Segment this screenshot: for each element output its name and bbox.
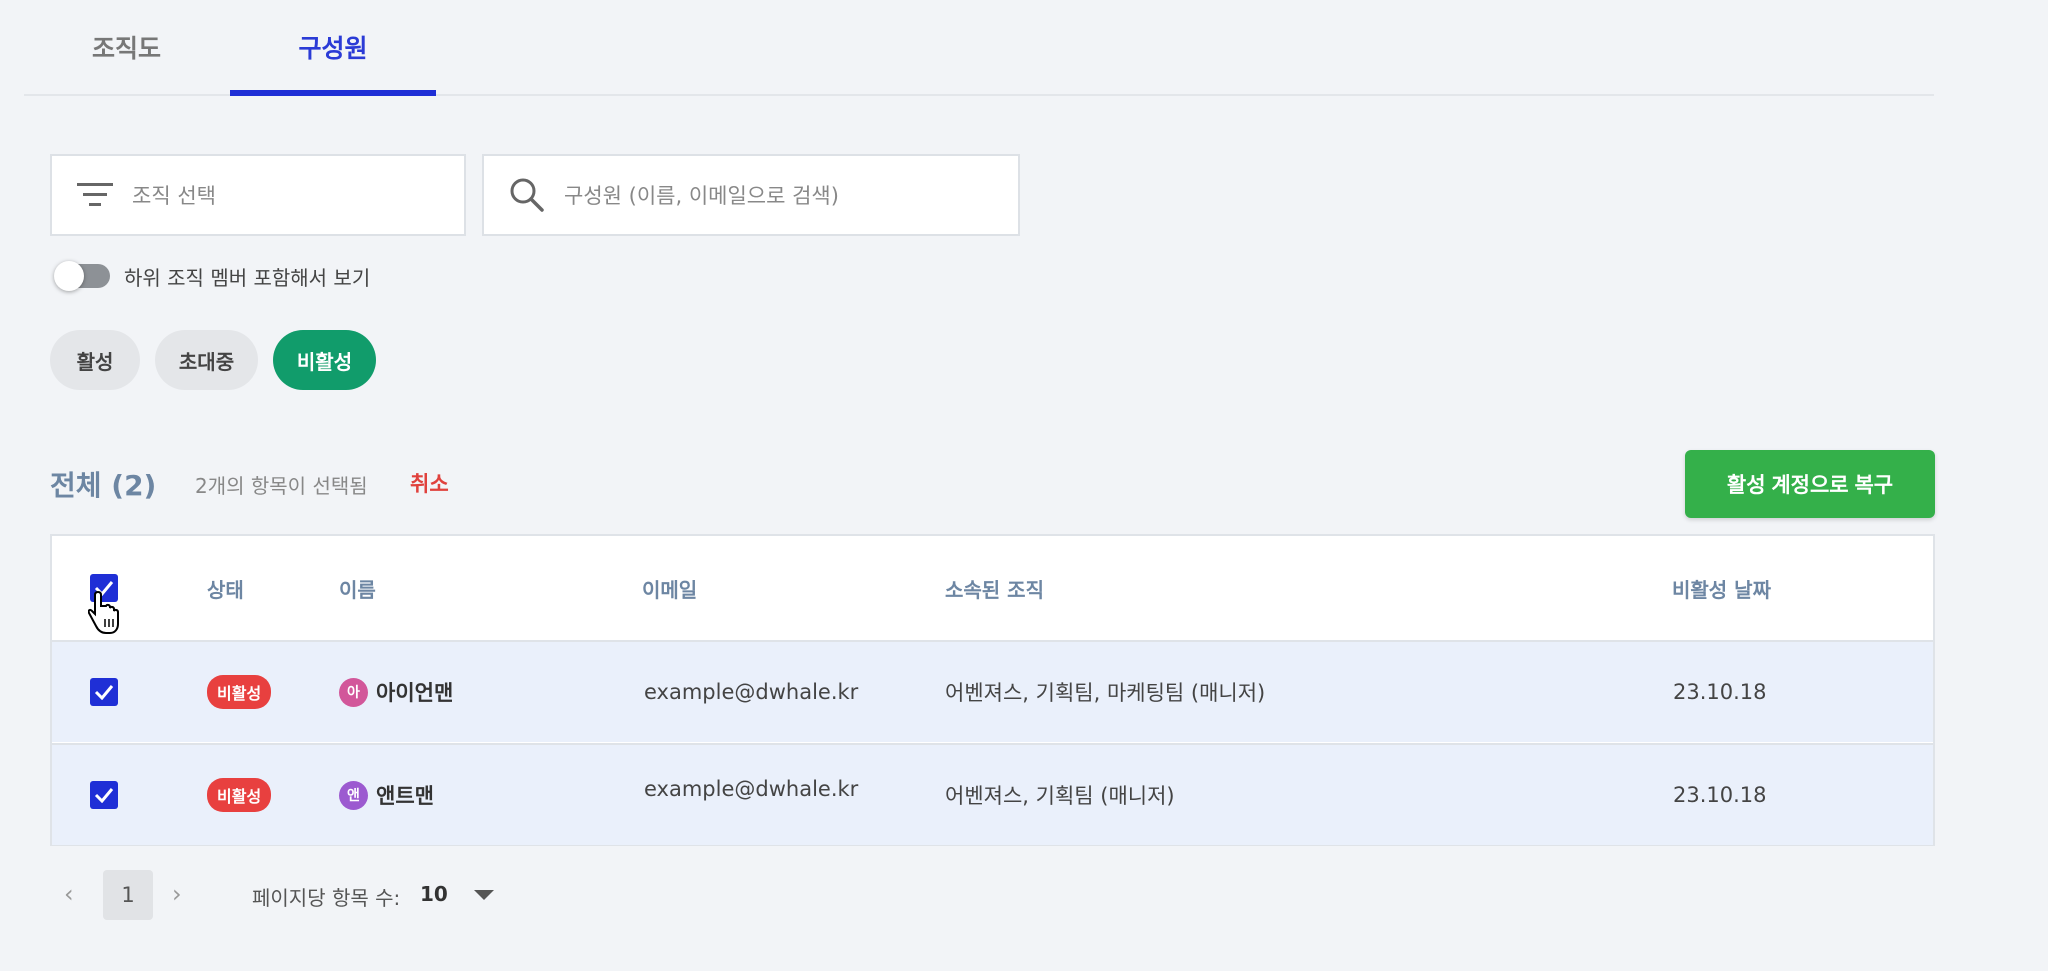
status-badge: 비활성 (207, 778, 272, 812)
table-row[interactable]: 비활성 앤 앤트맨 example@dwhale.kr 어벤져스, 기획팀 (매… (52, 743, 1933, 845)
check-icon (94, 685, 114, 700)
status-chip-invited[interactable]: 초대중 (155, 330, 258, 390)
cancel-selection-link[interactable]: 취소 (410, 468, 449, 498)
member-email: example@dwhale.kr (644, 777, 859, 801)
tab-members[interactable]: 구성원 (230, 0, 436, 96)
selection-count: 2개의 항목이 선택됨 (195, 474, 368, 498)
col-name[interactable]: 이름 (339, 574, 376, 603)
status-chip-active[interactable]: 활성 (50, 330, 140, 390)
member-search-input[interactable]: 구성원 (이름, 이메일으로 검색) (482, 154, 1020, 236)
filter-icon (74, 174, 116, 216)
check-icon (94, 788, 114, 803)
toggle-knob (54, 261, 84, 291)
row-checkbox[interactable] (90, 781, 118, 809)
member-email: example@dwhale.kr (644, 680, 859, 704)
search-placeholder: 구성원 (이름, 이메일으로 검색) (564, 184, 839, 208)
avatar: 앤 (339, 780, 368, 810)
restore-active-button[interactable]: 활성 계정으로 복구 (1685, 450, 1935, 518)
org-filter-select[interactable]: 조직 선택 (50, 154, 466, 236)
org-filter-placeholder: 조직 선택 (132, 184, 216, 208)
tab-bar: 조직도 구성원 (24, 0, 1934, 96)
prev-page-icon[interactable]: ‹ (64, 880, 74, 908)
total-count: 전체 (2) (50, 469, 157, 502)
col-org[interactable]: 소속된 조직 (945, 574, 1044, 603)
member-org: 어벤져스, 기획팀, 마케팅팀 (매니저) (945, 681, 1266, 705)
members-table: 상태 이름 이메일 소속된 조직 비활성 날짜 비활성 아 아이언맨 examp… (50, 534, 1935, 846)
status-chip-inactive[interactable]: 비활성 (273, 330, 376, 390)
current-page[interactable]: 1 (103, 870, 153, 920)
include-sub-org-toggle[interactable] (54, 261, 110, 291)
member-org: 어벤져스, 기획팀 (매니저) (945, 784, 1175, 808)
inactive-date: 23.10.18 (1673, 783, 1767, 807)
search-icon (506, 174, 548, 216)
tab-org-chart[interactable]: 조직도 (24, 0, 229, 94)
table-header: 상태 이름 이메일 소속된 조직 비활성 날짜 (52, 536, 1933, 640)
col-email[interactable]: 이메일 (642, 574, 697, 603)
col-status[interactable]: 상태 (207, 574, 244, 603)
member-name[interactable]: 아이언맨 (376, 677, 453, 707)
avatar: 아 (339, 677, 368, 707)
status-badge: 비활성 (207, 675, 272, 709)
col-inactive-date[interactable]: 비활성 날짜 (1672, 574, 1771, 603)
next-page-icon[interactable]: › (172, 880, 182, 908)
per-page-label: 페이지당 항목 수: (252, 886, 401, 910)
member-name[interactable]: 앤트맨 (376, 780, 434, 810)
include-sub-org-label: 하위 조직 멤버 포함해서 보기 (124, 266, 371, 290)
inactive-date: 23.10.18 (1673, 680, 1767, 704)
per-page-select[interactable]: 10 (420, 882, 448, 906)
caret-down-icon[interactable] (474, 890, 494, 900)
hand-cursor-icon (88, 590, 119, 634)
row-checkbox[interactable] (90, 678, 118, 706)
table-row[interactable]: 비활성 아 아이언맨 example@dwhale.kr 어벤져스, 기획팀, … (52, 640, 1933, 742)
